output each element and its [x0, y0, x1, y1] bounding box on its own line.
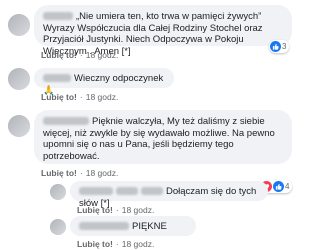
comment-time[interactable]: 18 godz.: [122, 205, 155, 215]
comment-author-blurred[interactable]: [79, 222, 129, 230]
avatar[interactable]: [8, 115, 30, 137]
reaction-summary[interactable]: 3: [269, 40, 290, 53]
separator-dot: ·: [79, 92, 83, 102]
separator-dot: ·: [115, 205, 119, 215]
comment-author-blurred[interactable]: [79, 187, 113, 195]
avatar[interactable]: [50, 184, 66, 200]
comment-actions: Lubię to! · 18 godz.: [41, 168, 118, 178]
comment-author-blurred[interactable]: [43, 74, 71, 82]
comment-author-blurred[interactable]: [141, 187, 163, 195]
like-button[interactable]: Lubię to!: [77, 239, 113, 249]
comment-time[interactable]: 18 godz.: [86, 168, 119, 178]
comment-author-blurred[interactable]: [116, 187, 138, 195]
reply-bubble: Dołączam się do tych słów [*]: [70, 181, 268, 209]
like-button[interactable]: Lubię to!: [41, 92, 77, 102]
reaction-count: 4: [285, 182, 290, 191]
comment-actions: Lubię to! · 18 godz.: [77, 239, 154, 249]
comment-bubble: Pięknie walczyła, My też daliśmy z siebi…: [34, 110, 292, 164]
comment-time[interactable]: 18 godz.: [122, 239, 155, 249]
comment-author-blurred[interactable]: [43, 117, 89, 125]
like-button[interactable]: Lubię to!: [77, 205, 113, 215]
comment-actions: Lubię to! · 18 godz.: [41, 50, 118, 60]
separator-dot: ·: [79, 50, 83, 60]
like-button[interactable]: Lubię to!: [41, 168, 77, 178]
reaction-count: 3: [282, 42, 287, 51]
comment-text: Wieczny odpoczynek: [74, 73, 164, 84]
comment-text: PIĘKNE: [132, 221, 167, 232]
avatar[interactable]: [50, 219, 66, 235]
like-icon: [270, 41, 281, 52]
avatar[interactable]: [8, 14, 30, 36]
separator-dot: ·: [115, 239, 119, 249]
reply-bubble: PIĘKNE: [70, 216, 196, 236]
comment-actions: Lubię to! · 18 godz.: [77, 205, 154, 215]
comment-bubble: „Nie umiera ten, kto trwa w pamięci żywy…: [34, 5, 292, 57]
comment-actions: Lubię to! · 18 godz.: [41, 92, 118, 102]
comment-time[interactable]: 18 godz.: [86, 92, 119, 102]
separator-dot: ·: [79, 168, 83, 178]
like-button[interactable]: Lubię to!: [41, 50, 77, 60]
comment-author-blurred[interactable]: [43, 12, 73, 20]
avatar[interactable]: [8, 68, 30, 90]
comment-bubble: Wieczny odpoczynek 🙏: [34, 68, 174, 95]
like-icon: [273, 181, 284, 192]
comment-time[interactable]: 18 godz.: [86, 50, 119, 60]
